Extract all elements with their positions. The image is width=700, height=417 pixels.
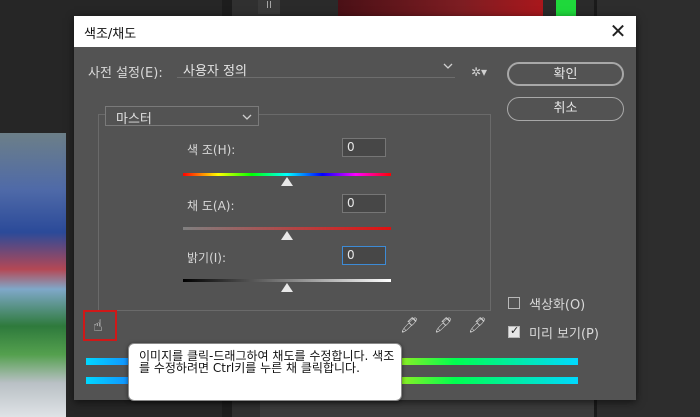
ok-button[interactable]: 확인	[507, 62, 624, 86]
eyedropper-minus-icon[interactable]: 🖊	[468, 316, 487, 334]
close-icon[interactable]: ✕	[600, 16, 636, 47]
saturation-slider-thumb[interactable]	[281, 231, 293, 240]
lightness-slider-track[interactable]	[183, 279, 391, 282]
colorize-checkbox[interactable]	[508, 297, 520, 309]
preview-label: 미리 보기(P)	[529, 327, 599, 342]
preview-checkbox[interactable]: ✓	[508, 324, 520, 338]
saturation-label: 채 도(A):	[187, 199, 235, 213]
lightness-label: 밝기(I):	[187, 251, 227, 265]
dialog-title: 색조/채도	[84, 27, 137, 42]
channel-value: 마스터	[116, 112, 152, 127]
gear-icon[interactable]: ✲▾	[471, 65, 487, 79]
hue-slider-track[interactable]	[183, 173, 391, 176]
preset-value: 사용자 정의	[183, 64, 247, 79]
checkmark-icon: ✓	[510, 324, 520, 337]
eyedropper-plus-icon[interactable]: 🖊	[434, 316, 453, 334]
panel-collapse-button[interactable]: II	[258, 0, 280, 14]
saturation-input[interactable]: 0	[342, 194, 386, 213]
tooltip-text: 이미지를 클릭-드래그하여 채도를 수정합니다. 색조를 수정하려면 Ctrl키…	[139, 349, 395, 375]
chevron-down-icon	[443, 63, 453, 69]
eyedropper-icon[interactable]: 🖊	[400, 316, 419, 334]
dialog-titlebar: 색조/채도 ✕	[74, 16, 636, 47]
saturation-slider-track[interactable]	[183, 227, 391, 230]
hand-adjust-icon: ☝	[93, 316, 103, 335]
lightness-slider-thumb[interactable]	[281, 283, 293, 292]
preset-label: 사전 설정(E):	[88, 66, 163, 81]
targeted-adjustment-tool[interactable]: ☝	[83, 310, 117, 341]
hue-label: 색 조(H):	[187, 143, 236, 157]
colorize-label: 색상화(O)	[529, 298, 586, 313]
hue-slider-thumb[interactable]	[281, 177, 293, 186]
canvas-photo	[0, 133, 66, 417]
channel-dropdown[interactable]: 마스터	[105, 106, 259, 127]
lightness-input[interactable]: 0	[342, 246, 386, 265]
preset-dropdown[interactable]: 사용자 정의	[177, 61, 455, 79]
hue-input[interactable]: 0	[342, 138, 386, 157]
tooltip: 이미지를 클릭-드래그하여 채도를 수정합니다. 색조를 수정하려면 Ctrl키…	[128, 343, 402, 401]
hue-saturation-dialog: 색조/채도 ✕ 사전 설정(E): 사용자 정의 ✲▾ 확인 취소 마스터 색 …	[74, 16, 636, 401]
chevron-down-icon	[242, 114, 252, 120]
cancel-button[interactable]: 취소	[507, 97, 624, 121]
